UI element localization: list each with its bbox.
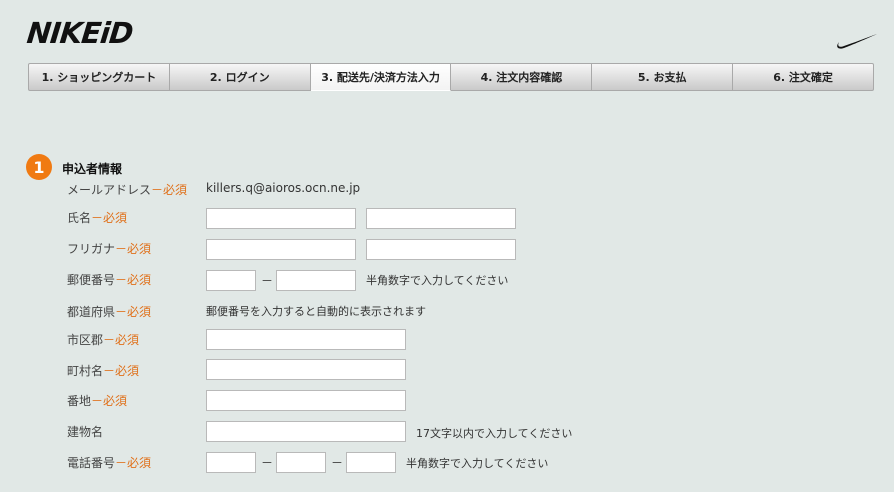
step-shopping-cart[interactable]: 1. ショッピングカート <box>28 63 170 91</box>
first-name-input[interactable] <box>366 208 516 229</box>
postal-separator: － <box>261 274 274 288</box>
email-label: メールアドレス－必須 <box>67 183 188 197</box>
prefecture-auto-note: 郵便番号を入力すると自動的に表示されます <box>206 305 426 318</box>
email-value: killers.q@aioros.ocn.ne.jp <box>206 181 361 195</box>
step-payment: 5. お支払 <box>592 63 734 91</box>
phone-separator-1: － <box>261 456 274 470</box>
last-name-kana-input[interactable] <box>206 239 356 260</box>
name-label: 氏名－必須 <box>67 211 128 225</box>
town-label: 町村名－必須 <box>67 364 140 378</box>
city-input[interactable] <box>206 329 406 350</box>
address-input[interactable] <box>206 390 406 411</box>
step-order-confirm: 4. 注文内容確認 <box>451 63 593 91</box>
phone-hint: 半角数字で入力してください <box>406 457 549 470</box>
phone-part1-input[interactable] <box>206 452 256 473</box>
first-name-kana-input[interactable] <box>366 239 516 260</box>
required-marker: －必須 <box>115 273 152 287</box>
required-marker: －必須 <box>91 211 128 225</box>
required-marker: －必須 <box>103 333 140 347</box>
step-order-complete: 6. 注文確定 <box>733 63 874 91</box>
required-marker: －必須 <box>91 394 128 408</box>
section-title: 申込者情報 <box>62 162 123 176</box>
section-number-badge: 1 <box>26 154 52 180</box>
step-login[interactable]: 2. ログイン <box>169 63 311 91</box>
phone-separator-2: － <box>331 456 344 470</box>
phone-part2-input[interactable] <box>276 452 326 473</box>
building-label: 建物名 <box>67 425 104 439</box>
phone-part3-input[interactable] <box>346 452 396 473</box>
building-input[interactable] <box>206 421 406 442</box>
postal-code-label: 郵便番号－必須 <box>67 273 152 287</box>
postal-code-part2-input[interactable] <box>276 270 356 291</box>
required-marker: －必須 <box>151 183 188 197</box>
nikeid-logo[interactable]: NIKEiD <box>25 16 134 50</box>
step-shipping-payment: 3. 配送先/決済方法入力 <box>310 63 452 91</box>
nike-swoosh-icon <box>837 34 877 49</box>
address-label: 番地－必須 <box>67 394 128 408</box>
required-marker: －必須 <box>115 305 152 319</box>
city-label: 市区郡－必須 <box>67 333 140 347</box>
phone-label: 電話番号－必須 <box>67 456 152 470</box>
required-marker: －必須 <box>103 364 140 378</box>
required-marker: －必須 <box>115 456 152 470</box>
checkout-progress-steps: 1. ショッピングカート 2. ログイン 3. 配送先/決済方法入力 4. 注文… <box>28 63 874 91</box>
required-marker: －必須 <box>115 242 152 256</box>
town-input[interactable] <box>206 359 406 380</box>
building-hint: 17文字以内で入力してください <box>416 427 573 440</box>
postal-code-hint: 半角数字で入力してください <box>366 274 509 287</box>
last-name-input[interactable] <box>206 208 356 229</box>
furigana-label: フリガナ－必須 <box>67 242 152 256</box>
prefecture-label: 都道府県－必須 <box>67 305 152 319</box>
postal-code-part1-input[interactable] <box>206 270 256 291</box>
